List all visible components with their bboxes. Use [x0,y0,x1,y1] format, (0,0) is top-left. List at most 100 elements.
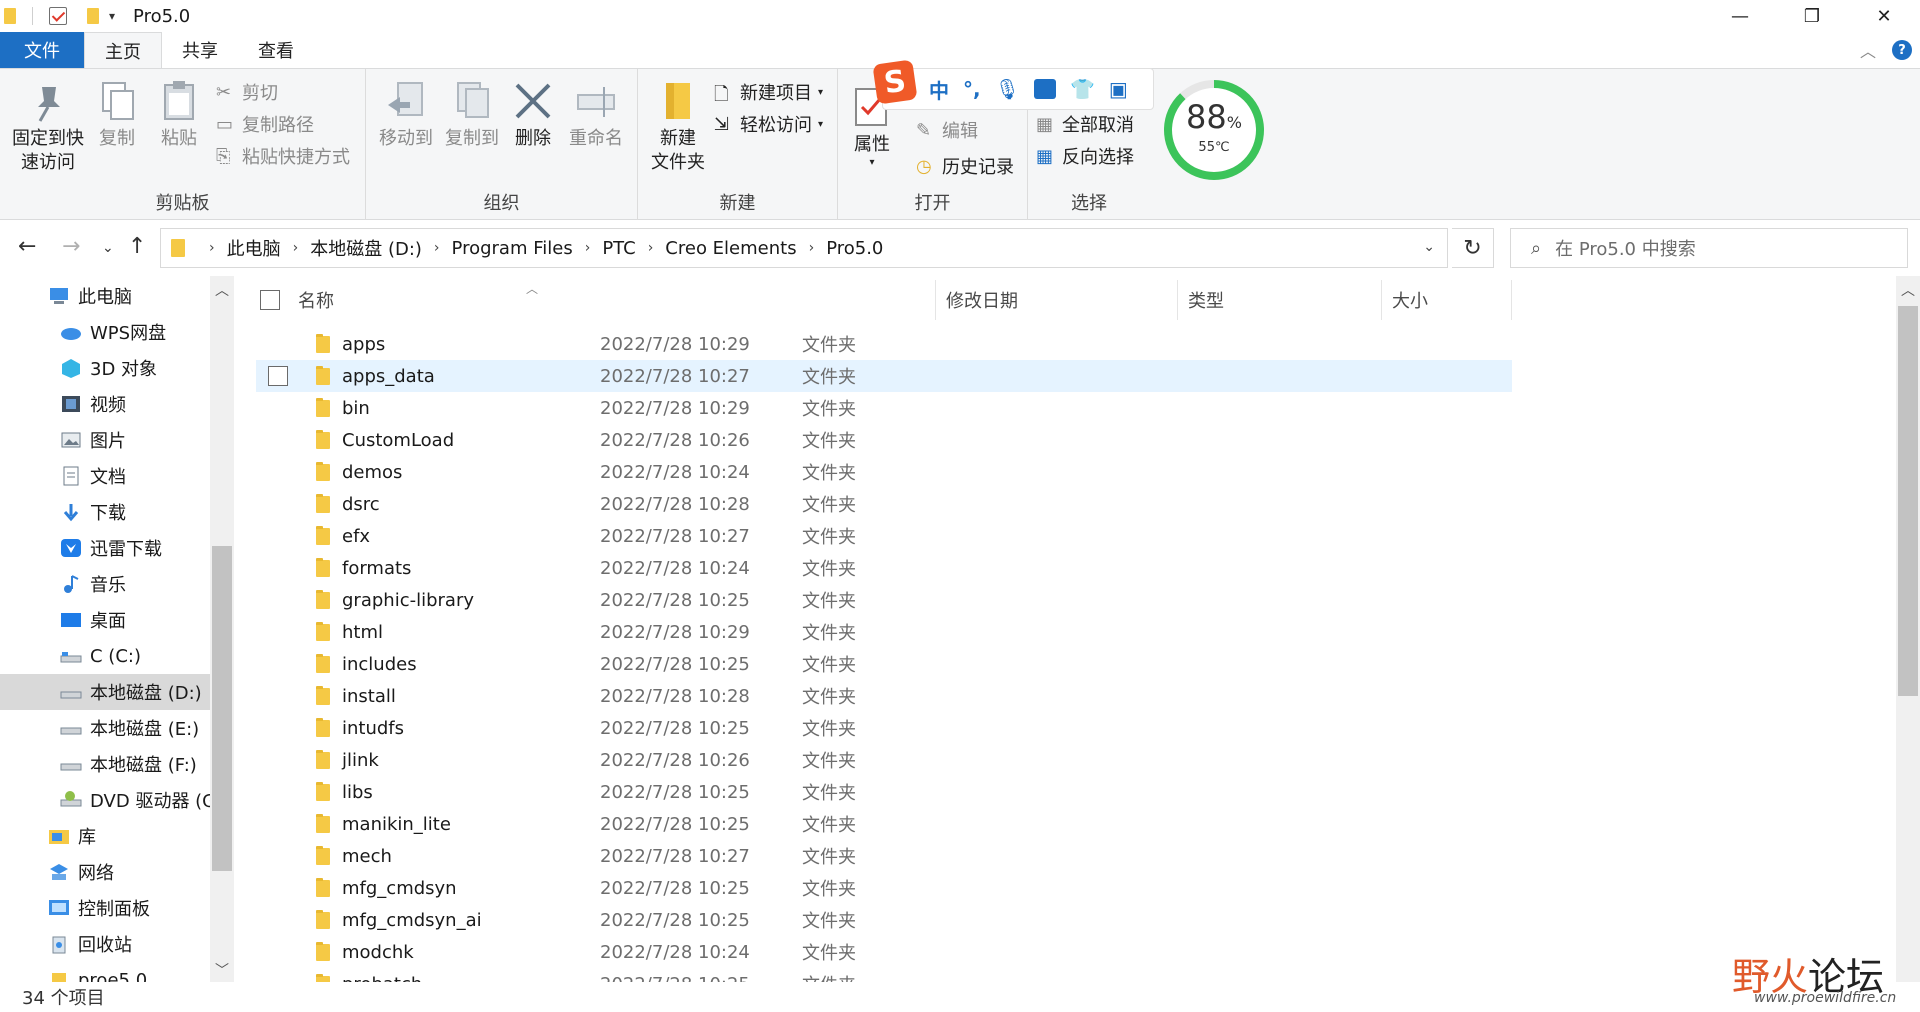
recent-locations-chevron-icon[interactable]: ⌄ [102,240,114,256]
chevron-right-icon[interactable]: › [585,240,591,256]
minimize-button[interactable]: — [1704,0,1776,32]
new-folder-quick-icon[interactable] [87,8,99,24]
microphone-icon[interactable]: 🎙 [995,77,1020,101]
copy-to-button[interactable]: 复制到 [440,79,504,151]
chevron-right-icon[interactable]: › [648,240,654,256]
properties-quick-icon[interactable] [49,7,67,25]
breadcrumb-item[interactable]: Program Files [452,238,573,259]
chevron-up-icon[interactable]: ︿ [210,280,234,300]
table-row[interactable]: includes 2022/7/28 10:25 文件夹 [256,648,1512,680]
table-row[interactable]: manikin_lite 2022/7/28 10:25 文件夹 [256,808,1512,840]
toolbox-icon[interactable]: ▣ [1109,77,1128,101]
select-none-button[interactable]: ▦ 全部取消 [1036,109,1134,139]
refresh-button[interactable]: ↻ [1452,228,1494,268]
nav-item-this-pc[interactable]: 此电脑 [0,278,210,314]
pin-quick-access-button[interactable]: 固定到快 速访问 [10,79,86,175]
table-row[interactable]: efx 2022/7/28 10:27 文件夹 [256,520,1512,552]
chevron-right-icon[interactable]: › [293,240,299,256]
file-list-scrollbar-thumb[interactable] [1898,306,1918,696]
new-folder-button[interactable]: 新建 文件夹 [646,79,710,175]
nav-item-wps[interactable]: WPS网盘 [0,314,210,350]
up-arrow-icon[interactable]: ↑ [128,234,146,259]
delete-button[interactable]: 删除 [510,79,556,151]
chevron-right-icon[interactable]: › [809,240,815,256]
nav-item-drive-e[interactable]: 本地磁盘 (E:) [0,710,210,746]
table-row[interactable]: bin 2022/7/28 10:29 文件夹 [256,392,1512,424]
column-header-type[interactable]: 类型 [1178,280,1382,320]
nav-item-network[interactable]: 网络 [0,854,210,890]
nav-item-drive-d[interactable]: 本地磁盘 (D:) [0,674,210,710]
table-row[interactable]: intudfs 2022/7/28 10:25 文件夹 [256,712,1512,744]
paste-button[interactable]: 粘贴 [156,79,202,151]
table-row[interactable]: install 2022/7/28 10:28 文件夹 [256,680,1512,712]
table-row[interactable]: formats 2022/7/28 10:24 文件夹 [256,552,1512,584]
nav-item-recycle-bin[interactable]: 回收站 [0,926,210,962]
edit-button[interactable]: ✎ 编辑 [916,115,978,145]
breadcrumb-item[interactable]: PTC [602,238,635,259]
address-bar[interactable]: › 此电脑 › 本地磁盘 (D:) › Program Files › PTC … [160,228,1448,268]
chevron-right-icon[interactable]: › [434,240,440,256]
tab-share[interactable]: 共享 [162,32,238,68]
nav-item-drive-c[interactable]: C (C:) [0,638,210,674]
tab-file[interactable]: 文件 [0,32,84,68]
nav-scrollbar-thumb[interactable] [212,546,232,871]
column-header-date[interactable]: 修改日期 [936,280,1178,320]
nav-scrollbar[interactable]: ︿ ﹀ [210,276,234,982]
chevron-up-icon[interactable]: ︿ [1896,280,1920,300]
nav-item-downloads[interactable]: 下载 [0,494,210,530]
table-row[interactable]: CustomLoad 2022/7/28 10:26 文件夹 [256,424,1512,456]
nav-item-drive-f[interactable]: 本地磁盘 (F:) [0,746,210,782]
help-icon[interactable]: ? [1892,40,1912,60]
column-header-name[interactable]: ︿ 名称 [288,280,936,320]
table-row[interactable]: modchk 2022/7/28 10:24 文件夹 [256,936,1512,968]
nav-item-control-panel[interactable]: 控制面板 [0,890,210,926]
chevron-down-icon[interactable]: ﹀ [210,960,234,980]
breadcrumb-item[interactable]: 此电脑 [227,235,281,261]
table-row[interactable]: jlink 2022/7/28 10:26 文件夹 [256,744,1512,776]
table-row[interactable]: mfg_cmdsyn 2022/7/28 10:25 文件夹 [256,872,1512,904]
nav-item-libraries[interactable]: 库 [0,818,210,854]
breadcrumb-item[interactable]: Creo Elements [665,238,796,259]
nav-item-desktop[interactable]: 桌面 [0,602,210,638]
copy-button[interactable]: 复制 [94,79,140,151]
table-row[interactable]: probatch 2022/7/28 10:25 文件夹 [256,968,1512,982]
table-row[interactable]: dsrc 2022/7/28 10:28 文件夹 [256,488,1512,520]
history-button[interactable]: ◷ 历史记录 [916,151,1014,181]
rename-button[interactable]: 重命名 [564,79,628,151]
search-box[interactable]: ⌕ 在 Pro5.0 中搜索 [1510,228,1908,268]
table-row[interactable]: mfg_cmdsyn_ai 2022/7/28 10:25 文件夹 [256,904,1512,936]
breadcrumb-item[interactable]: 本地磁盘 (D:) [310,235,422,261]
tab-view[interactable]: 查看 [238,32,314,68]
keyboard-icon[interactable] [1034,79,1056,99]
table-row[interactable]: apps_data 2022/7/28 10:27 文件夹 [256,360,1512,392]
breadcrumb-item[interactable]: Pro5.0 [826,238,883,259]
file-list-scrollbar[interactable]: ︿ [1896,276,1920,982]
table-row[interactable]: graphic-library 2022/7/28 10:25 文件夹 [256,584,1512,616]
address-dropdown-chevron-icon[interactable]: ⌄ [1423,239,1435,255]
row-checkbox[interactable] [268,366,288,386]
close-button[interactable]: ✕ [1848,0,1920,32]
forward-arrow-icon[interactable]: → [62,234,80,259]
nav-item-music[interactable]: 音乐 [0,566,210,602]
table-row[interactable]: html 2022/7/28 10:29 文件夹 [256,616,1512,648]
chevron-down-icon[interactable]: ▾ [109,9,115,23]
ime-toolbar[interactable]: S 中 °, 🎙 👕 ▣ [872,59,1154,110]
chevron-right-icon[interactable]: › [209,240,215,256]
nav-item-dvd[interactable]: DVD 驱动器 (G [0,782,210,818]
nav-item-pictures[interactable]: 图片 [0,422,210,458]
nav-item-video[interactable]: 视频 [0,386,210,422]
skin-icon[interactable]: 👕 [1070,77,1095,101]
easy-access-button[interactable]: ⇲ 轻松访问 ▾ [714,109,823,139]
ime-punctuation[interactable]: °, [963,77,981,101]
select-all-checkbox[interactable] [260,290,280,310]
chevron-up-icon[interactable]: ︿ [1860,38,1876,62]
cut-button[interactable]: ✂ 剪切 [216,77,278,107]
sogou-logo-icon[interactable]: S [872,59,918,105]
back-arrow-icon[interactable]: ← [18,234,36,259]
move-to-button[interactable]: 移动到 [374,79,438,151]
table-row[interactable]: demos 2022/7/28 10:24 文件夹 [256,456,1512,488]
nav-item-thunder[interactable]: 迅雷下载 [0,530,210,566]
paste-shortcut-button[interactable]: ⎘ 粘贴快捷方式 [216,141,350,171]
nav-item-3d[interactable]: 3D 对象 [0,350,210,386]
table-row[interactable]: apps 2022/7/28 10:29 文件夹 [256,328,1512,360]
